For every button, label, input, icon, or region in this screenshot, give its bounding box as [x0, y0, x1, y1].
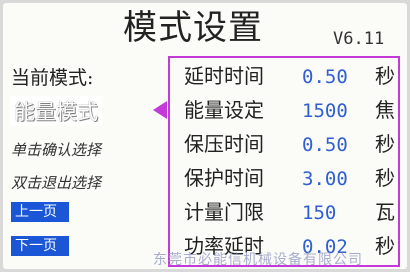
- hint-single-click: 单击确认选择: [11, 141, 102, 159]
- version-label: V6.11: [333, 29, 385, 49]
- watermark: 东莞市必能信机械设备有限公司: [153, 252, 363, 268]
- param-row-metering-threshold[interactable]: 计量门限 150 瓦: [184, 198, 399, 228]
- param-unit: 秒: [375, 132, 395, 156]
- param-unit: 秒: [375, 166, 395, 190]
- param-row-delay-time[interactable]: 延时时间 0.50 秒: [184, 62, 399, 92]
- param-value[interactable]: 1500: [302, 98, 348, 124]
- param-unit: 焦: [375, 98, 395, 122]
- selection-arrow-icon: [153, 101, 167, 119]
- current-mode-value[interactable]: 能量模式: [10, 96, 102, 126]
- param-name: 计量门限: [184, 200, 264, 224]
- param-name: 延时时间: [184, 64, 264, 88]
- next-page-button[interactable]: 下一页: [11, 236, 69, 256]
- param-row-hold-time[interactable]: 保压时间 0.50 秒: [184, 130, 399, 160]
- hint-double-click: 双击退出选择: [11, 174, 102, 192]
- page-title: 模式设置: [123, 8, 263, 48]
- param-unit: 秒: [375, 234, 395, 258]
- param-unit: 瓦: [375, 200, 395, 224]
- param-value[interactable]: 3.00: [302, 166, 348, 192]
- param-row-energy-setting[interactable]: 能量设定 1500 焦: [184, 96, 399, 126]
- param-unit: 秒: [375, 64, 395, 88]
- param-name: 保压时间: [184, 132, 264, 156]
- prev-page-button[interactable]: 上一页: [11, 202, 69, 222]
- param-row-protect-time[interactable]: 保护时间 3.00 秒: [184, 164, 399, 194]
- param-name: 保护时间: [184, 166, 264, 190]
- param-value[interactable]: 150: [302, 200, 336, 226]
- hmi-screen: 模式设置 V6.11 当前模式: 能量模式 单击确认选择 双击退出选择 上一页 …: [3, 3, 407, 269]
- param-value[interactable]: 0.50: [302, 64, 348, 90]
- current-mode-label: 当前模式:: [11, 67, 94, 89]
- parameter-panel: 延时时间 0.50 秒 能量设定 1500 焦 保压时间 0.50 秒 保护时间…: [168, 56, 400, 267]
- param-value[interactable]: 0.50: [302, 132, 348, 158]
- param-name: 能量设定: [184, 98, 264, 122]
